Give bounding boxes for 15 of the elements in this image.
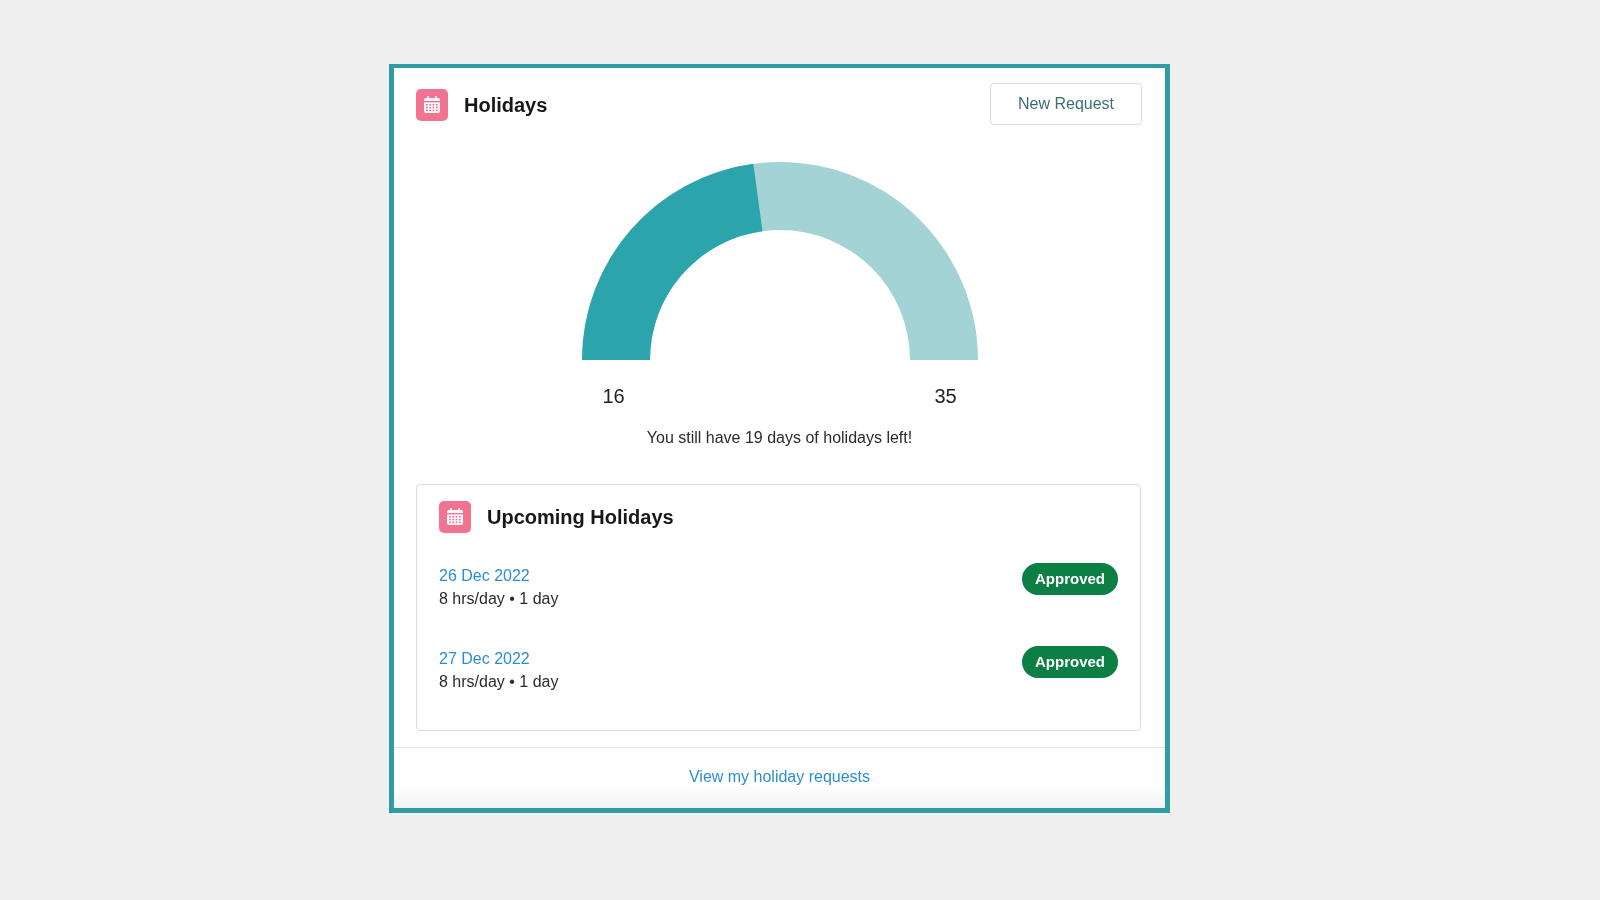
new-request-button[interactable]: New Request — [990, 83, 1142, 125]
gauge-end-label: 35 — [933, 384, 958, 408]
date-link[interactable]: 27 Dec 2022 — [439, 648, 530, 670]
view-requests-link[interactable]: View my holiday requests — [688, 767, 871, 787]
calendar-icon — [416, 89, 448, 121]
calendar-icon — [439, 501, 471, 533]
holiday-details: 8 hrs/day • 1 day — [439, 672, 559, 692]
gauge-start-label: 16 — [601, 384, 626, 408]
card-title: Holidays — [464, 93, 549, 117]
panel-title: Upcoming Holidays — [487, 505, 674, 529]
date-link[interactable]: 26 Dec 2022 — [439, 565, 530, 587]
status-badge: Approved — [1022, 563, 1118, 595]
remaining-message: You still have 19 days of holidays left! — [646, 428, 913, 448]
status-badge: Approved — [1022, 646, 1118, 678]
holiday-details: 8 hrs/day • 1 day — [439, 589, 559, 609]
